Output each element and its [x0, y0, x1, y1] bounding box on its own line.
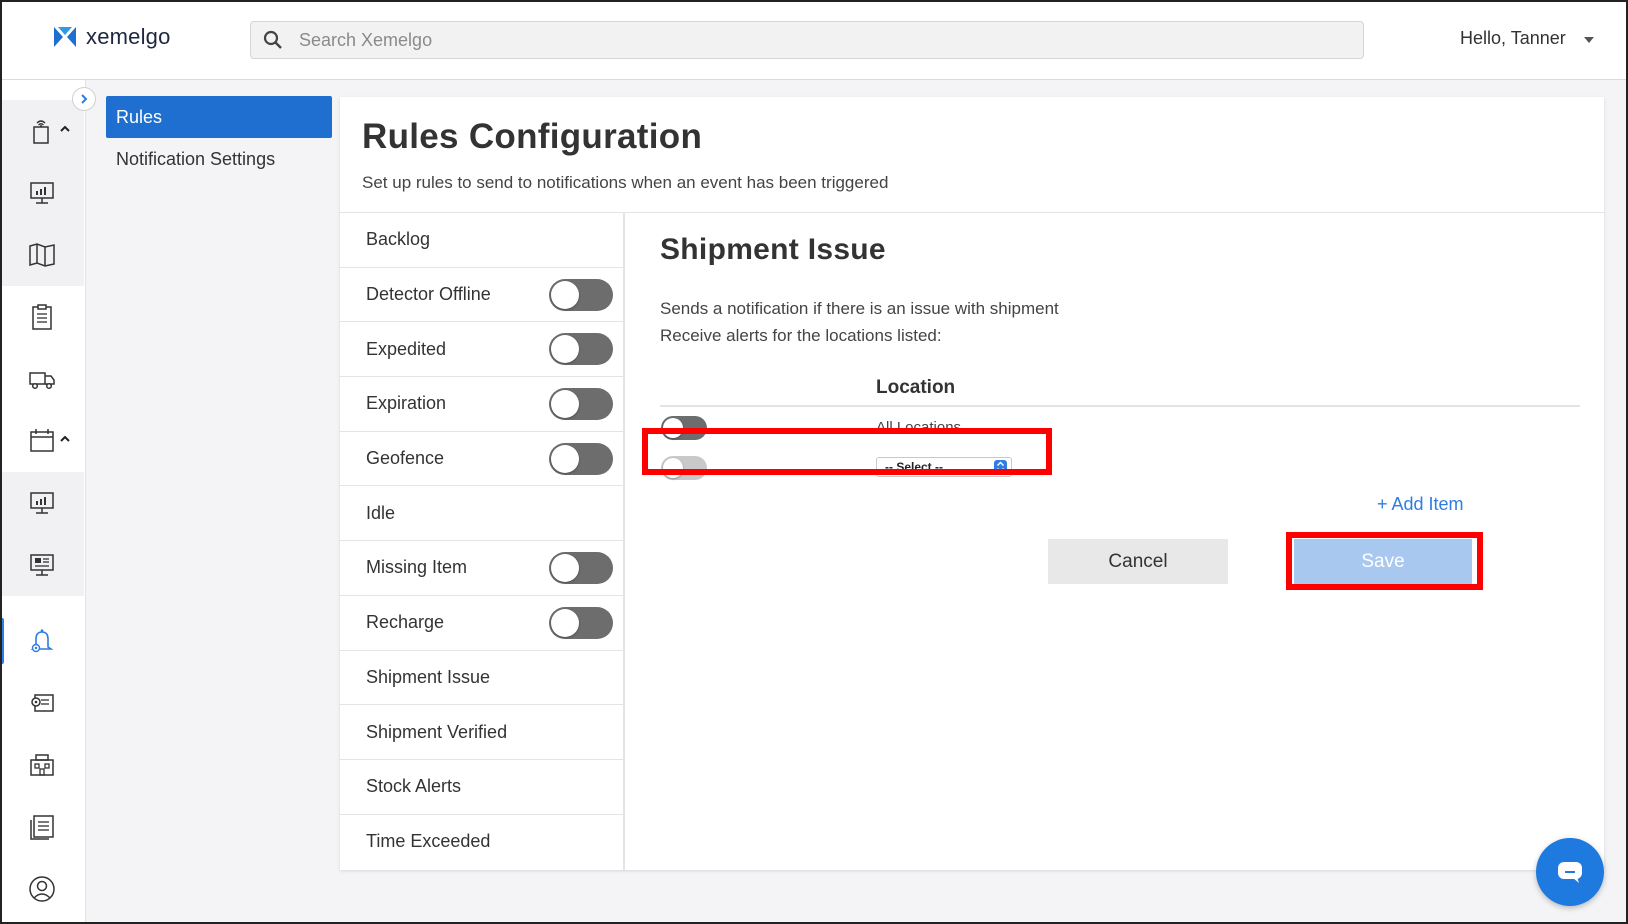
rules-list: Backlog Detector Offline Expedited Expir…: [340, 213, 625, 870]
subnav-item-notification-settings[interactable]: Notification Settings: [106, 138, 332, 180]
search-bar[interactable]: [250, 21, 1364, 59]
rules-card: Rules Configuration Set up rules to send…: [340, 97, 1604, 870]
rail-item-dashboard[interactable]: [0, 162, 84, 224]
user-profile-icon: [29, 876, 55, 902]
calendar-icon: [30, 429, 54, 452]
rail-item-reports[interactable]: [0, 796, 84, 858]
all-locations-toggle[interactable]: [661, 416, 707, 440]
page-title: Rules Configuration: [362, 117, 703, 156]
rule-item-backlog[interactable]: Backlog: [340, 213, 623, 268]
rule-toggle[interactable]: [549, 387, 613, 420]
alert-bell-icon: [30, 629, 54, 653]
rail-item-shipping[interactable]: [0, 348, 84, 410]
rule-item-expedited[interactable]: Expedited: [340, 322, 623, 378]
new-location-toggle[interactable]: [661, 456, 707, 480]
rule-item-shipment-issue[interactable]: Shipment Issue: [340, 651, 623, 706]
subnav-item-rules[interactable]: Rules: [106, 96, 332, 138]
save-button[interactable]: Save: [1294, 539, 1472, 584]
location-table-header: Location: [660, 377, 1580, 407]
logo[interactable]: xemelgo: [52, 24, 171, 50]
icon-sidebar: [0, 80, 86, 924]
rail-item-facilities[interactable]: [0, 734, 84, 796]
rule-toggle[interactable]: [549, 551, 613, 584]
alerts-locations-label: Receive alerts for the locations listed:: [660, 326, 942, 345]
rule-label: Shipment Issue: [366, 666, 491, 687]
rule-label: Recharge: [366, 612, 445, 633]
rule-item-shipment-verified[interactable]: Shipment Verified: [340, 705, 623, 760]
rail-item-scheduling[interactable]: [0, 410, 84, 472]
chat-support-button[interactable]: [1536, 838, 1604, 906]
add-item-link[interactable]: + Add Item: [1377, 494, 1464, 515]
chevron-right-icon: [81, 94, 88, 104]
rule-label: Stock Alerts: [366, 776, 462, 797]
rule-description-text: Sends a notification if there is an issu…: [660, 299, 1059, 318]
rail-item-profile[interactable]: [0, 858, 84, 920]
rule-toggle[interactable]: [549, 278, 613, 311]
all-locations-label: All Locations: [876, 419, 962, 436]
settings-subnav: Rules Notification Settings: [106, 96, 332, 180]
rail-item-schedule-display[interactable]: [0, 534, 84, 596]
rule-toggle[interactable]: [549, 606, 613, 639]
rail-item-schedule-dashboard[interactable]: [0, 472, 84, 534]
rule-label: Backlog: [366, 229, 431, 250]
chevron-up-icon: [60, 435, 70, 442]
logo-text: xemelgo: [86, 24, 171, 49]
sidebar-expand-button[interactable]: [72, 87, 96, 111]
cancel-button[interactable]: Cancel: [1048, 539, 1228, 584]
page-subtitle: Set up rules to send to notifications wh…: [362, 173, 889, 192]
truck-icon: [29, 372, 55, 390]
rule-toggle[interactable]: [549, 442, 613, 475]
dashboard-icon: [30, 182, 54, 204]
user-menu[interactable]: Hello, Tanner: [1460, 28, 1594, 49]
rail-item-alerts[interactable]: [0, 610, 84, 672]
rule-item-detector-offline[interactable]: Detector Offline: [340, 268, 623, 323]
rule-item-recharge[interactable]: Recharge: [340, 596, 623, 651]
rule-detail-description: Sends a notification if there is an issu…: [660, 295, 1580, 349]
rail-item-tracking[interactable]: [0, 100, 84, 162]
location-select-value: -- Select --: [885, 460, 944, 474]
inventory-settings-icon: [31, 694, 54, 712]
rule-label: Expiration: [366, 393, 447, 414]
location-row-all: All Locations: [660, 407, 1580, 447]
monitor-icon: [30, 554, 54, 576]
location-row-new: -- Select --: [660, 447, 1580, 487]
clipboard-icon: [32, 304, 52, 330]
map-icon: [29, 243, 55, 267]
report-list-icon: [30, 815, 54, 840]
rule-label: Detector Offline: [366, 284, 491, 305]
xemelgo-logo-icon: [54, 27, 76, 47]
rule-detail-title: Shipment Issue: [660, 233, 886, 266]
rule-toggle[interactable]: [549, 333, 613, 366]
rule-detail-panel: Shipment Issue Sends a notification if t…: [660, 233, 1580, 487]
chevron-down-icon: [1583, 36, 1594, 43]
rule-label: Expedited: [366, 338, 447, 359]
user-greeting: Hello, Tanner: [1460, 28, 1566, 48]
select-arrows-icon: [994, 460, 1007, 474]
rule-item-stock-alerts[interactable]: Stock Alerts: [340, 760, 623, 815]
search-input[interactable]: [299, 29, 1199, 51]
rail-item-map[interactable]: [0, 224, 84, 286]
rule-item-time-exceeded[interactable]: Time Exceeded: [340, 815, 623, 870]
building-icon: [30, 754, 54, 776]
card-header: Rules Configuration Set up rules to send…: [340, 97, 1604, 213]
rail-item-orders[interactable]: [0, 286, 84, 348]
rule-label: Idle: [366, 502, 396, 523]
rule-label: Missing Item: [366, 557, 468, 578]
rail-item-inventory-settings[interactable]: [0, 672, 84, 734]
chevron-up-icon: [60, 125, 70, 132]
rule-label: Shipment Verified: [366, 721, 508, 742]
search-icon: [263, 30, 282, 49]
tracking-icon: [33, 120, 49, 144]
monitor-chart-icon: [30, 492, 54, 514]
rule-label: Geofence: [366, 448, 445, 469]
rule-item-geofence[interactable]: Geofence: [340, 432, 623, 487]
top-bar: xemelgo Hello, Tanner: [0, 0, 1628, 80]
rule-item-expiration[interactable]: Expiration: [340, 377, 623, 432]
rule-label: Time Exceeded: [366, 831, 491, 852]
location-column-header: Location: [876, 377, 956, 398]
rule-item-idle[interactable]: Idle: [340, 486, 623, 542]
location-select[interactable]: -- Select --: [876, 457, 1012, 477]
rule-item-missing-item[interactable]: Missing Item: [340, 541, 623, 596]
chat-icon: [1558, 862, 1582, 883]
